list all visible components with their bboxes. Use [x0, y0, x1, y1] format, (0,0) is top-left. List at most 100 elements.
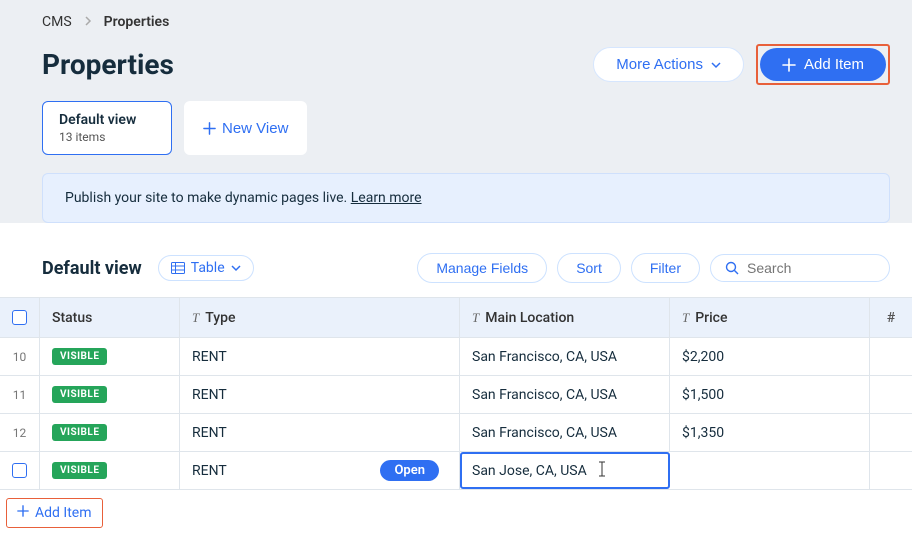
notice-text: Publish your site to make dynamic pages …: [65, 190, 351, 206]
table-icon: [171, 262, 185, 274]
view-card-name: Default view: [59, 112, 155, 128]
table-body: 10 VISIBLE RENT San Francisco, CA, USA $2,20…: [0, 338, 912, 490]
table-row[interactable]: 10 VISIBLE RENT San Francisco, CA, USA $2,20…: [0, 338, 912, 376]
location-cell[interactable]: San Jose, CA, USA: [460, 452, 670, 489]
search-icon: [725, 261, 739, 275]
add-item-label: Add Item: [804, 56, 864, 73]
column-status-label: Status: [52, 310, 92, 326]
chevron-right-icon: [84, 14, 92, 30]
more-actions-button[interactable]: More Actions: [593, 47, 744, 82]
status-cell: VISIBLE: [40, 376, 180, 413]
location-value: San Francisco, CA, USA: [472, 425, 617, 441]
column-price-label: Price: [695, 310, 727, 326]
data-table: Status T Type T Main Location T Price # …: [0, 297, 912, 490]
type-cell[interactable]: RENT: [180, 414, 460, 451]
search-wrap[interactable]: [710, 254, 890, 282]
extra-cell: [870, 376, 912, 413]
new-view-button[interactable]: New View: [184, 101, 307, 155]
location-cell[interactable]: San Francisco, CA, USA: [460, 414, 670, 451]
manage-fields-button[interactable]: Manage Fields: [417, 253, 547, 283]
price-cell[interactable]: $1,350: [670, 414, 870, 451]
column-extra[interactable]: #: [870, 298, 912, 337]
row-number-cell: 10: [0, 338, 40, 375]
price-cell[interactable]: $2,200: [670, 338, 870, 375]
status-badge: VISIBLE: [52, 386, 107, 403]
search-input[interactable]: [747, 260, 867, 276]
add-item-footer-label: Add Item: [35, 505, 92, 521]
new-view-label: New View: [222, 120, 288, 137]
chevron-down-icon: [231, 263, 241, 273]
type-cell[interactable]: RENT: [180, 376, 460, 413]
status-badge: VISIBLE: [52, 424, 107, 441]
table-row[interactable]: VISIBLE RENT Open San Jose, CA, USA: [0, 452, 912, 490]
column-status[interactable]: Status: [40, 298, 180, 337]
price-cell[interactable]: $1,500: [670, 376, 870, 413]
row-number-cell: 11: [0, 376, 40, 413]
location-value: San Francisco, CA, USA: [472, 387, 617, 403]
text-icon: T: [192, 310, 199, 326]
type-value: RENT: [192, 387, 227, 403]
location-cell[interactable]: San Francisco, CA, USA: [460, 338, 670, 375]
sort-button[interactable]: Sort: [557, 253, 621, 283]
view-card-default[interactable]: Default view 13 items: [42, 101, 172, 155]
extra-cell: [870, 452, 912, 489]
table-header-row: Status T Type T Main Location T Price #: [0, 298, 912, 338]
breadcrumb: CMS Properties: [42, 10, 890, 40]
text-cursor-icon: [597, 461, 607, 481]
plus-icon: [782, 58, 796, 72]
add-item-highlight: Add Item: [756, 44, 890, 85]
text-icon: T: [682, 310, 689, 326]
toolbar: Default view Table Manage Fields Sort Fi…: [0, 241, 912, 297]
type-value: RENT: [192, 349, 227, 365]
status-cell: VISIBLE: [40, 414, 180, 451]
chevron-down-icon: [711, 60, 721, 70]
add-item-footer-highlight: Add Item: [0, 490, 109, 536]
notice-learn-more-link[interactable]: Learn more: [351, 190, 422, 206]
column-main-location[interactable]: T Main Location: [460, 298, 670, 337]
plus-icon: [203, 122, 216, 135]
more-actions-label: More Actions: [616, 56, 703, 73]
table-row[interactable]: 11 VISIBLE RENT San Francisco, CA, USA $1,50…: [0, 376, 912, 414]
column-type[interactable]: T Type: [180, 298, 460, 337]
open-row-button[interactable]: Open: [380, 460, 439, 481]
view-mode-label: Table: [191, 260, 225, 276]
add-item-button[interactable]: Add Item: [760, 48, 886, 81]
price-cell[interactable]: [670, 452, 870, 489]
location-value: San Jose, CA, USA: [472, 463, 587, 479]
status-badge: VISIBLE: [52, 348, 107, 365]
type-cell[interactable]: RENT Open: [180, 452, 460, 489]
row-number-cell: [0, 452, 40, 489]
view-mode-selector[interactable]: Table: [158, 255, 254, 281]
title-actions: More Actions Add Item: [593, 44, 890, 85]
type-value: RENT: [192, 463, 227, 479]
toolbar-view-title: Default view: [42, 258, 142, 279]
add-item-footer-button[interactable]: Add Item: [6, 498, 103, 528]
select-all-cell: [0, 298, 40, 337]
column-extra-label: #: [887, 310, 895, 326]
row-number-cell: 12: [0, 414, 40, 451]
column-location-label: Main Location: [485, 310, 574, 326]
select-all-checkbox[interactable]: [12, 310, 27, 325]
row-checkbox[interactable]: [12, 463, 27, 478]
table-row[interactable]: 12 VISIBLE RENT San Francisco, CA, USA $1,35…: [0, 414, 912, 452]
column-price[interactable]: T Price: [670, 298, 870, 337]
publish-notice: Publish your site to make dynamic pages …: [42, 173, 890, 223]
status-cell: VISIBLE: [40, 452, 180, 489]
text-icon: T: [472, 310, 479, 326]
type-cell[interactable]: RENT: [180, 338, 460, 375]
location-value: San Francisco, CA, USA: [472, 349, 617, 365]
type-value: RENT: [192, 425, 227, 441]
view-card-count: 13 items: [59, 130, 155, 144]
page-title: Properties: [42, 48, 174, 81]
column-type-label: Type: [205, 310, 235, 326]
location-cell[interactable]: San Francisco, CA, USA: [460, 376, 670, 413]
status-badge: VISIBLE: [52, 462, 107, 479]
breadcrumb-root[interactable]: CMS: [42, 14, 72, 30]
plus-icon: [17, 505, 29, 521]
filter-button[interactable]: Filter: [631, 253, 700, 283]
extra-cell: [870, 414, 912, 451]
breadcrumb-current: Properties: [104, 14, 170, 30]
extra-cell: [870, 338, 912, 375]
status-cell: VISIBLE: [40, 338, 180, 375]
views-row: Default view 13 items New View: [42, 101, 890, 173]
